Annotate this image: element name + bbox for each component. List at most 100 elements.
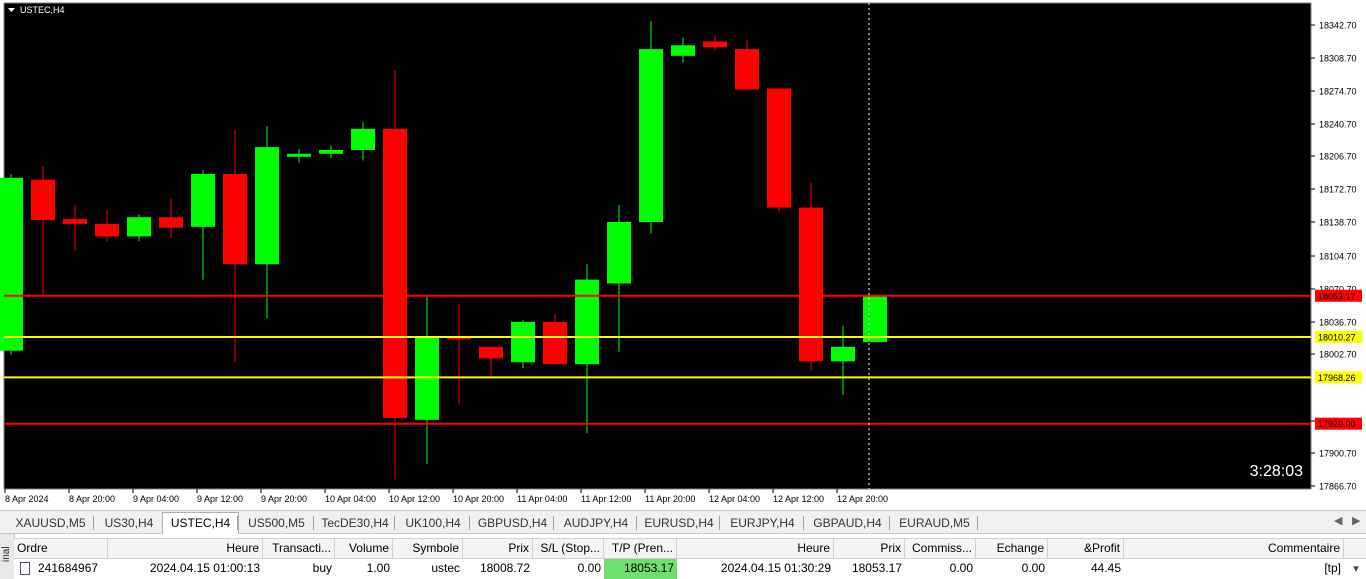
- candle-body: [703, 41, 727, 48]
- price-scale-label: 17900.70: [1319, 449, 1357, 459]
- candle-body: [863, 295, 887, 343]
- candle-body: [223, 173, 247, 265]
- table-cell: 0.00: [577, 561, 601, 575]
- tab-separator: [93, 516, 94, 530]
- price-scale-label: 18342.70: [1319, 21, 1357, 31]
- tab-separator: [237, 516, 238, 530]
- table-cell: 18053.17: [604, 559, 677, 579]
- time-axis-label: 9 Apr 12:00: [197, 494, 243, 504]
- candle-body: [383, 128, 407, 418]
- document-icon: [20, 562, 30, 575]
- tab-separator: [553, 516, 554, 530]
- column-header[interactable]: Prix: [834, 539, 905, 558]
- candle-body: [479, 346, 503, 359]
- candle-body: [63, 219, 87, 224]
- table-cell: 18053.17: [851, 561, 902, 575]
- price-scale-label: 18308.70: [1319, 54, 1357, 64]
- time-axis-label: 11 Apr 20:00: [645, 494, 695, 504]
- time-axis-label: 9 Apr 20:00: [261, 494, 307, 504]
- tab-separator: [394, 516, 395, 530]
- column-header[interactable]: S/L (Stop...: [533, 539, 604, 558]
- price-scale-label: 18104.70: [1319, 252, 1357, 262]
- time-axis-label: 12 Apr 20:00: [837, 494, 888, 504]
- price-scale-label: 18240.70: [1319, 120, 1357, 130]
- column-header[interactable]: Heure: [108, 539, 263, 558]
- candle-body: [671, 45, 695, 56]
- candle-body: [767, 88, 791, 208]
- column-header[interactable]: Echange: [976, 539, 1048, 558]
- tab-euraud-m5[interactable]: EURAUD,M5: [892, 513, 977, 533]
- price-tag-label: 18053.17: [1318, 291, 1356, 301]
- time-axis-label: 8 Apr 2024: [5, 494, 49, 504]
- column-header[interactable]: Heure: [677, 539, 834, 558]
- tab-eurjpy-h4[interactable]: EURJPY,H4: [722, 513, 803, 533]
- tab-ustec-h4[interactable]: USTEC,H4: [162, 512, 239, 535]
- table-cell: 1.00: [366, 561, 390, 575]
- candle-body: [831, 346, 855, 362]
- tab-xauusd-m5[interactable]: XAUUSD,M5: [8, 513, 93, 533]
- time-axis-label: 12 Apr 12:00: [773, 494, 824, 504]
- candle-body: [351, 128, 375, 150]
- tab-separator: [803, 516, 804, 530]
- scroll-down-icon[interactable]: ▾: [1350, 562, 1362, 576]
- tab-gbpaud-h4[interactable]: GBPAUD,H4: [806, 513, 889, 533]
- candle-body: [511, 321, 535, 363]
- chart-window[interactable]: 18342.70 18308.70 18274.70 18240.70 18206.70…: [0, 0, 1366, 510]
- bar-countdown: 3:28:03: [1250, 463, 1303, 480]
- tab-separator: [889, 516, 890, 530]
- tab-gbpusd-h4[interactable]: GBPUSD,H4: [472, 513, 553, 533]
- tab-uk100-h4[interactable]: UK100,H4: [397, 513, 469, 533]
- price-scale-label: 18274.70: [1319, 87, 1357, 97]
- time-axis-label: 10 Apr 12:00: [389, 494, 440, 504]
- column-header[interactable]: Volume: [335, 539, 393, 558]
- time-axis-label: 10 Apr 20:00: [453, 494, 504, 504]
- column-header[interactable]: Commiss...: [905, 539, 976, 558]
- chart-symbol-label: USTEC,H4: [20, 5, 65, 15]
- price-scale-label: 18138.70: [1319, 218, 1357, 228]
- table-cell: 2024.04.15 01:00:13: [149, 561, 260, 575]
- time-axis-label: 10 Apr 04:00: [325, 494, 376, 504]
- candle-body: [95, 223, 119, 237]
- tab-audjpy-h4[interactable]: AUDJPY,H4: [556, 513, 636, 533]
- table-cell: ustec: [431, 561, 460, 575]
- column-header[interactable]: Transacti...: [263, 539, 335, 558]
- column-header[interactable]: Ordre: [14, 539, 108, 558]
- candle-body: [255, 147, 279, 265]
- tabs-scroll-right-icon[interactable]: ▶: [1352, 514, 1360, 527]
- tab-separator: [469, 516, 470, 530]
- column-header[interactable]: &Profit: [1048, 539, 1124, 558]
- time-axis-label: 11 Apr 04:00: [517, 494, 567, 504]
- table-row[interactable]: 241684967 2024.04.15 01:00:13 buy 1.00 ustec…: [14, 559, 1366, 579]
- terminal-side-label: inal: [1, 546, 12, 562]
- table-cell: 0.00: [1021, 561, 1045, 575]
- column-header[interactable]: Commentaire: [1124, 539, 1344, 558]
- tabs-scroll-left-icon[interactable]: ◀: [1334, 514, 1342, 527]
- price-chart[interactable]: 18342.70 18308.70 18274.70 18240.70 18206.70…: [0, 0, 1366, 510]
- terminal-side-strip[interactable]: inal: [0, 534, 15, 579]
- candle-body: [543, 321, 567, 365]
- tab-us30-h4[interactable]: US30,H4: [96, 513, 162, 533]
- candle-body: [607, 221, 631, 284]
- tab-tecde30-h4[interactable]: TecDE30,H4: [316, 513, 394, 533]
- terminal-panel: inal Ordre Heure Transacti... Volume Symbole…: [0, 534, 1366, 579]
- candle-body: [127, 217, 151, 237]
- column-header[interactable]: Symbole: [393, 539, 463, 558]
- candle-body: [0, 177, 23, 351]
- column-header[interactable]: T/P (Pren...: [604, 539, 677, 558]
- time-axis-label: 9 Apr 04:00: [133, 494, 179, 504]
- price-scale-label: 18172.70: [1319, 185, 1357, 195]
- price-scale-label: 18002.70: [1319, 350, 1357, 360]
- tab-eurusd-h4[interactable]: EURUSD,H4: [639, 513, 719, 533]
- candle-body: [319, 149, 343, 154]
- candle-body: [31, 179, 55, 221]
- table-cell: 0.00: [949, 561, 973, 575]
- table-cell: buy: [312, 561, 332, 575]
- tab-separator: [636, 516, 637, 530]
- tab-us500-m5[interactable]: US500,M5: [240, 513, 313, 533]
- column-header[interactable]: Prix: [463, 539, 533, 558]
- tab-separator: [313, 516, 314, 530]
- price-scale-label: 17866.70: [1319, 482, 1357, 492]
- chart-tabs-bar: XAUUSD,M5 US30,H4 USTEC,H4 US500,M5 TecDE30,…: [0, 510, 1366, 535]
- table-cell: 44.45: [1090, 561, 1121, 575]
- table-cell: 241684967: [14, 559, 108, 579]
